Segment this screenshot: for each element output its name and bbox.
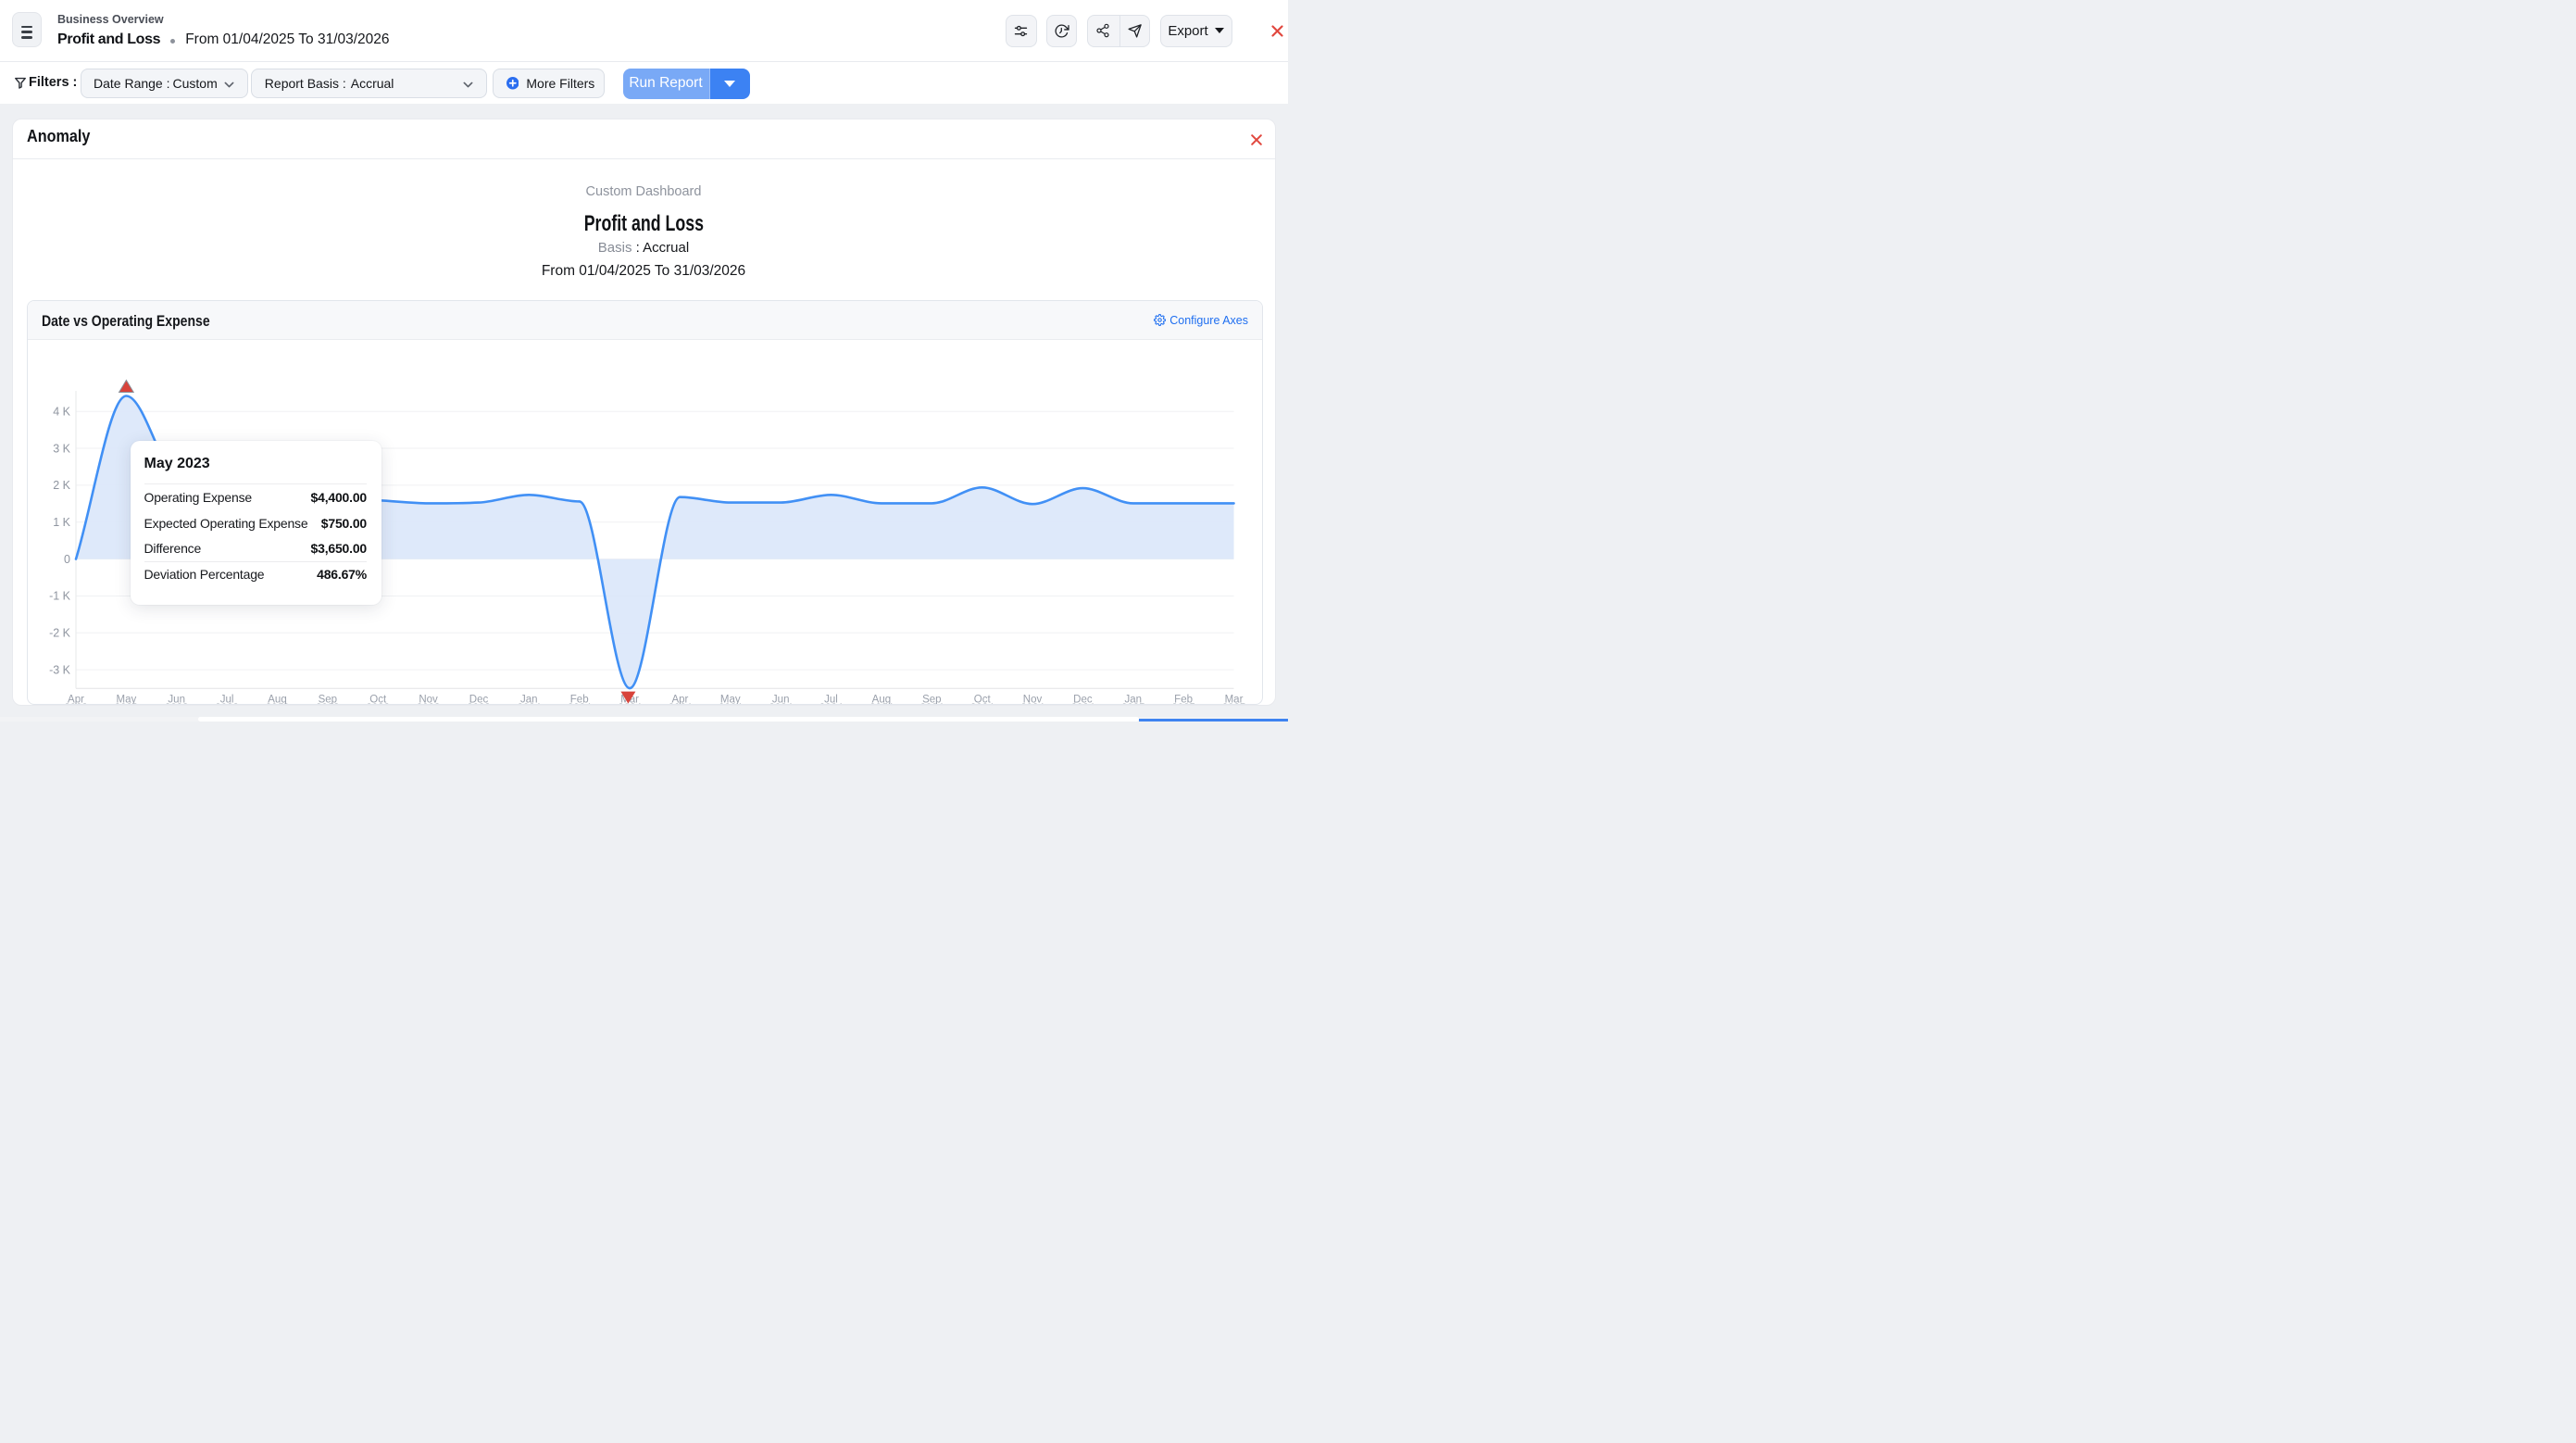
svg-text:1 K: 1 K xyxy=(53,516,70,529)
svg-text:-1 K: -1 K xyxy=(49,590,71,603)
svg-text:4 K: 4 K xyxy=(53,405,70,418)
svg-text:-3 K: -3 K xyxy=(49,663,71,676)
svg-text:-2 K: -2 K xyxy=(49,627,71,640)
svg-text:3 K: 3 K xyxy=(53,442,70,455)
svg-text:2 K: 2 K xyxy=(53,479,70,492)
svg-text:0: 0 xyxy=(64,553,70,566)
